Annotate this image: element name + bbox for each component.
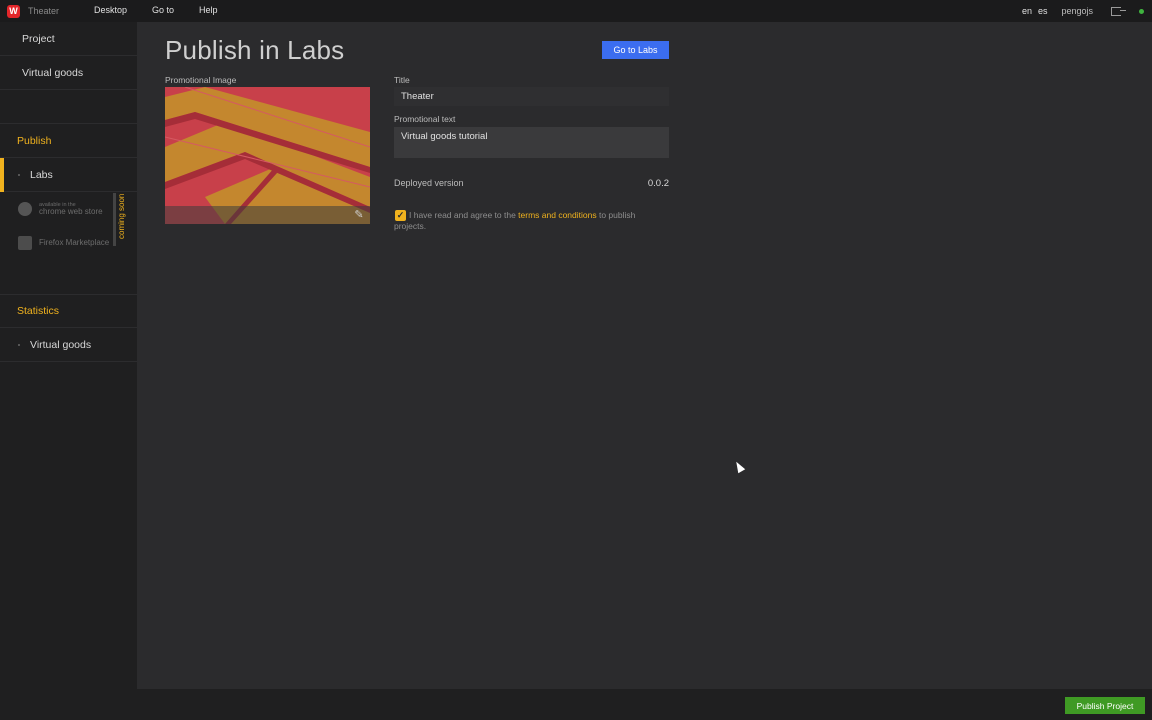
chrome-icon <box>18 202 32 216</box>
app-logo-icon[interactable]: W <box>7 4 20 18</box>
terms-agreement: I have read and agree to the terms and c… <box>394 210 669 232</box>
username[interactable]: pengojs <box>1061 6 1093 16</box>
deployed-version-value: 0.0.2 <box>647 178 669 189</box>
lang-es[interactable]: es <box>1038 6 1048 16</box>
mouse-cursor-icon <box>732 459 746 474</box>
sidebar-item-stats-virtual-goods[interactable]: Virtual goods <box>0 328 137 362</box>
coming-soon-label: coming soon <box>117 193 126 239</box>
bullet-icon <box>18 343 20 346</box>
status-dot-icon <box>1139 8 1144 14</box>
publish-project-button[interactable]: Publish Project <box>1065 697 1145 714</box>
firefox-icon <box>18 236 32 250</box>
title-label: Title <box>394 75 410 85</box>
bottom-bar <box>0 689 1152 720</box>
store-name: Firefox Marketplace <box>39 238 110 247</box>
top-bar: W Theater Desktop Go to Help en es pengo… <box>0 0 1152 22</box>
sidebar: Project Virtual goods Publish Labs avail… <box>0 22 137 689</box>
agree-checkbox[interactable]: ✓ <box>395 210 406 221</box>
lang-en[interactable]: en <box>1022 6 1032 16</box>
sidebar-section-statistics: Statistics <box>0 294 137 328</box>
store-label: available in the chrome web store <box>39 202 103 216</box>
menu-help[interactable]: Help <box>199 5 218 15</box>
sidebar-item-project[interactable]: Project <box>0 22 137 56</box>
terms-link[interactable]: terms and conditions <box>518 210 596 220</box>
menu-desktop[interactable]: Desktop <box>94 5 127 15</box>
image-edit-bar: ✎ <box>165 206 370 224</box>
theater-seats-illustration <box>165 87 370 224</box>
sidebar-item-label: Labs <box>30 168 53 181</box>
go-to-labs-button[interactable]: Go to Labs <box>602 41 669 59</box>
promotional-text-label: Promotional text <box>394 114 456 124</box>
logout-icon[interactable] <box>1111 6 1126 16</box>
pencil-icon[interactable]: ✎ <box>353 209 365 221</box>
sidebar-section-publish: Publish <box>0 124 137 158</box>
sidebar-item-virtual-goods[interactable]: Virtual goods <box>0 56 137 90</box>
coming-soon-badge: coming soon <box>113 193 135 246</box>
top-right-controls: en es pengojs <box>1022 0 1144 22</box>
page-title: Publish in Labs <box>165 35 345 65</box>
store-name: chrome web store <box>39 207 103 216</box>
agree-text-before: I have read and agree to the <box>409 210 519 220</box>
sidebar-spacer <box>0 90 137 124</box>
app-title: Theater <box>28 6 60 16</box>
sidebar-item-label: Virtual goods <box>30 338 92 351</box>
sidebar-item-labs[interactable]: Labs <box>0 158 137 192</box>
bullet-icon <box>18 173 20 176</box>
deployed-version-label: Deployed version <box>394 178 464 188</box>
promotional-image[interactable]: ✎ <box>165 87 370 224</box>
promotional-text-field[interactable]: Virtual goods tutorial <box>394 127 669 158</box>
menu-goto[interactable]: Go to <box>152 5 174 15</box>
title-input[interactable] <box>394 87 669 106</box>
promotional-image-label: Promotional Image <box>165 75 237 85</box>
